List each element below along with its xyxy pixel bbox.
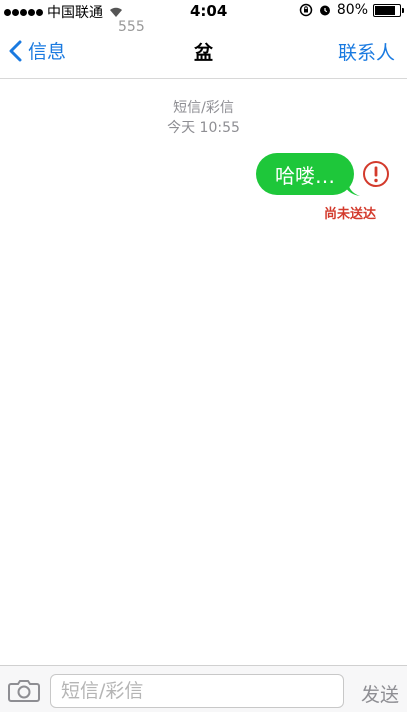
- error-icon[interactable]: [362, 160, 390, 188]
- navigation-bar: 信息 盆 联系人: [0, 24, 407, 79]
- contacts-button[interactable]: 联系人: [338, 38, 395, 65]
- status-time: 4:04: [190, 2, 228, 20]
- camera-icon[interactable]: [8, 678, 40, 702]
- status-left: 中国联通: [4, 2, 123, 22]
- bubble-tail: [342, 180, 360, 196]
- wifi-icon: [110, 7, 122, 17]
- status-right: 80%: [299, 2, 404, 18]
- signal-strength-icon: [4, 8, 43, 16]
- carrier-name: 中国联通: [47, 5, 103, 21]
- battery-icon: [373, 3, 404, 17]
- send-button[interactable]: 发送: [361, 680, 399, 707]
- delivery-status: 尚未送达: [324, 207, 377, 222]
- message-type-label: 短信/彩信: [173, 100, 234, 116]
- status-bar: 中国联通 4:04 80%: [0, 0, 407, 22]
- battery-percent: 80%: [336, 2, 368, 18]
- input-bar: 发送: [0, 665, 407, 712]
- message-timestamp: 今天 10:55: [167, 120, 240, 136]
- alarm-icon: [319, 5, 330, 16]
- battery-fill: [375, 5, 395, 15]
- message-input[interactable]: [50, 674, 344, 708]
- thread-header: 短信/彩信 今天 10:55: [0, 98, 407, 138]
- message-bubble[interactable]: 哈喽…: [256, 153, 354, 195]
- orientation-lock-icon: [299, 3, 313, 17]
